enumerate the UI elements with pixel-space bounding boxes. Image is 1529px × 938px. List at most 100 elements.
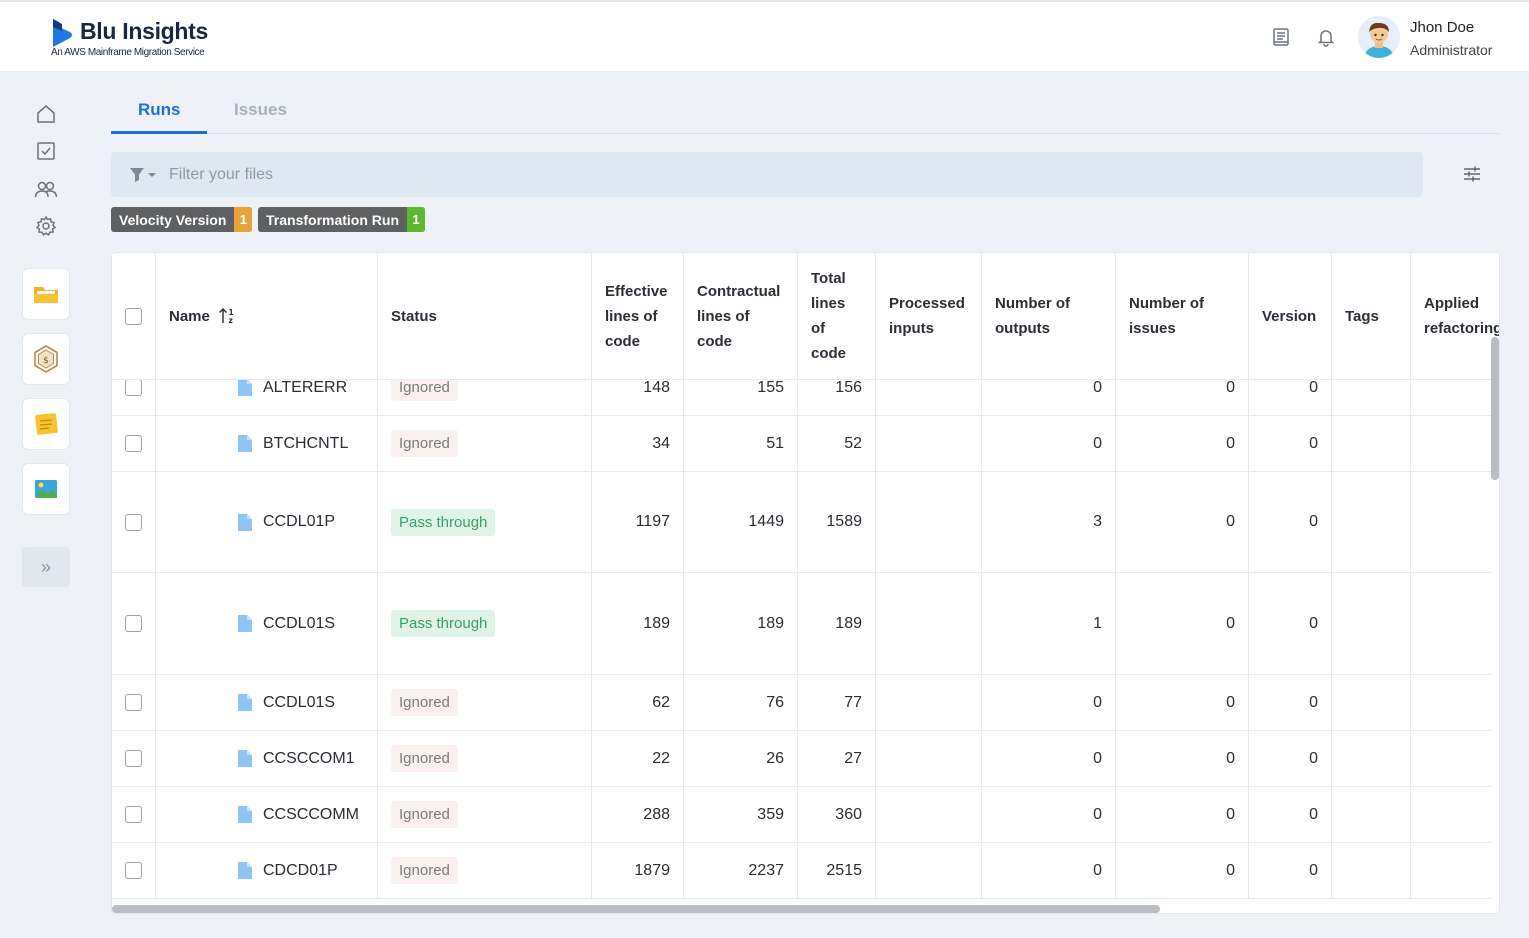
cell-value: 0 <box>1226 614 1235 632</box>
filter-input[interactable] <box>169 158 1399 192</box>
table-row[interactable]: CDCD01P Ignored 1879 2237 2515 0 0 0 <box>112 843 1492 899</box>
table-row[interactable]: CCSCCOM1 Ignored 22 26 27 0 0 0 <box>112 731 1492 787</box>
cell-value: 2237 <box>748 861 784 879</box>
cell-value: 1589 <box>826 513 862 530</box>
home-icon[interactable] <box>32 100 60 128</box>
table-row[interactable]: CCDL01S Pass through 189 189 189 1 0 0 <box>112 573 1492 675</box>
column-header-version[interactable]: Version <box>1249 253 1332 380</box>
book-icon[interactable] <box>1268 24 1294 50</box>
table-row[interactable]: CCDL01S Ignored 62 76 77 0 0 0 <box>112 675 1492 731</box>
file-name[interactable]: CCSCCOMM <box>263 806 359 824</box>
notes-app-icon[interactable] <box>22 398 70 450</box>
row-checkbox[interactable] <box>125 615 142 632</box>
cell-cb <box>112 416 156 471</box>
cell-value: 0 <box>1226 693 1235 711</box>
tab-issues[interactable]: Issues <box>234 100 287 120</box>
cell-version: 0 <box>1249 675 1332 730</box>
chip-transformation-run[interactable]: Transformation Run 1 <box>258 207 426 232</box>
file-name[interactable]: CDCD01P <box>263 862 338 880</box>
cell-name: CDCD01P <box>156 843 378 898</box>
sort-icon[interactable]: 1 z <box>218 307 238 325</box>
blu-insights-logo-icon <box>53 19 72 47</box>
cell-value: 155 <box>757 378 784 396</box>
cell-value: 359 <box>757 805 784 823</box>
cell-tags <box>1332 843 1411 898</box>
table-row[interactable]: CCDL01P Pass through 1197 1449 1589 3 0 0 <box>112 472 1492 573</box>
column-settings-icon[interactable] <box>1460 163 1484 185</box>
row-checkbox[interactable] <box>125 379 142 396</box>
cell-value: 0 <box>1226 513 1235 530</box>
file-name[interactable]: ALTERERR <box>263 379 347 397</box>
cell-issues: 0 <box>1116 416 1249 471</box>
cell-issues: 0 <box>1116 731 1249 786</box>
user-role: Administrator <box>1410 42 1493 58</box>
table-row[interactable]: BTCHCNTL Ignored 34 51 52 0 0 0 <box>112 416 1492 472</box>
row-checkbox[interactable] <box>125 694 142 711</box>
row-checkbox[interactable] <box>125 862 142 879</box>
select-all-checkbox[interactable] <box>125 307 142 325</box>
row-checkbox[interactable] <box>125 806 142 823</box>
file-name[interactable]: CCDL01P <box>263 513 335 531</box>
horizontal-scrollbar[interactable] <box>112 905 1160 913</box>
cell-contractual: 51 <box>684 416 798 471</box>
row-checkbox[interactable] <box>125 513 142 531</box>
row-checkbox[interactable] <box>125 435 142 452</box>
cell-contractual: 76 <box>684 675 798 730</box>
cell-value: 288 <box>643 805 670 823</box>
cell-tags <box>1332 472 1411 572</box>
cell-value: 0 <box>1309 434 1318 452</box>
column-header-number-of-outputs[interactable]: Number of outputs <box>982 253 1116 380</box>
column-header-label: Name <box>169 307 210 325</box>
cell-value: 0 <box>1309 513 1318 530</box>
cell-outputs: 0 <box>982 675 1116 730</box>
gear-icon[interactable] <box>32 212 60 240</box>
column-header-label: Effective lines of code <box>605 282 668 350</box>
column-header-effective-loc[interactable]: Effective lines of code <box>592 253 684 380</box>
column-header-total-loc[interactable]: Total lines of code <box>798 253 876 380</box>
column-header-contractual-loc[interactable]: Contractual lines of code <box>684 253 798 380</box>
cell-name: CCDL01S <box>156 675 378 730</box>
image-app-icon[interactable] <box>22 463 70 515</box>
column-header-status[interactable]: Status <box>378 253 592 380</box>
cell-status: Pass through <box>378 472 592 572</box>
cell-status: Ignored <box>378 731 592 786</box>
filter-bar <box>111 152 1423 197</box>
file-name[interactable]: CCDL01S <box>263 615 335 633</box>
cell-total: 2515 <box>798 843 876 898</box>
cell-effective: 288 <box>592 787 684 842</box>
runs-table: ALTERERR Ignored 148 155 156 0 0 0 BTCHCNTL Ignor… <box>111 252 1500 914</box>
column-header-number-of-issues[interactable]: Number of issues <box>1116 253 1249 380</box>
filter-dropdown-icon[interactable] <box>129 166 159 184</box>
file-name[interactable]: CCSCCOM1 <box>263 750 355 768</box>
app-logo[interactable]: Blu Insights An AWS Mainframe Migration … <box>50 16 220 62</box>
cell-effective: 22 <box>592 731 684 786</box>
cell-value: 0 <box>1093 434 1102 452</box>
tab-runs[interactable]: Runs <box>138 100 181 120</box>
vertical-scrollbar[interactable] <box>1491 337 1499 480</box>
svg-text:z: z <box>228 316 232 325</box>
file-icon <box>238 750 252 767</box>
users-icon[interactable] <box>32 175 60 203</box>
cell-processed <box>876 787 982 842</box>
chip-velocity-version[interactable]: Velocity Version 1 <box>111 207 253 232</box>
column-header-processed-inputs[interactable]: Processed inputs <box>876 253 982 380</box>
cell-tags <box>1332 416 1411 471</box>
row-checkbox[interactable] <box>125 750 142 767</box>
checklist-icon[interactable] <box>32 137 60 165</box>
column-header-applied-refactoring[interactable]: Applied refactoring <box>1411 253 1499 380</box>
column-header-tags[interactable]: Tags <box>1332 253 1411 380</box>
file-name[interactable]: BTCHCNTL <box>263 435 348 453</box>
bell-icon[interactable] <box>1313 24 1339 50</box>
cell-value: 0 <box>1309 614 1318 632</box>
column-header-name[interactable]: Name 1 z <box>156 253 378 380</box>
cell-cb <box>112 573 156 674</box>
table-row[interactable]: CCSCCOMM Ignored 288 359 360 0 0 0 <box>112 787 1492 843</box>
hexagon-dollar-app-icon[interactable]: $ <box>22 333 70 385</box>
sidebar-expand-button[interactable]: » <box>22 547 70 587</box>
avatar[interactable] <box>1358 16 1400 58</box>
cell-value: 0 <box>1309 378 1318 396</box>
file-name[interactable]: CCDL01S <box>263 694 335 712</box>
status-badge: Pass through <box>391 508 496 536</box>
chip-count: 1 <box>234 207 253 232</box>
folder-app-icon[interactable] <box>22 268 70 320</box>
